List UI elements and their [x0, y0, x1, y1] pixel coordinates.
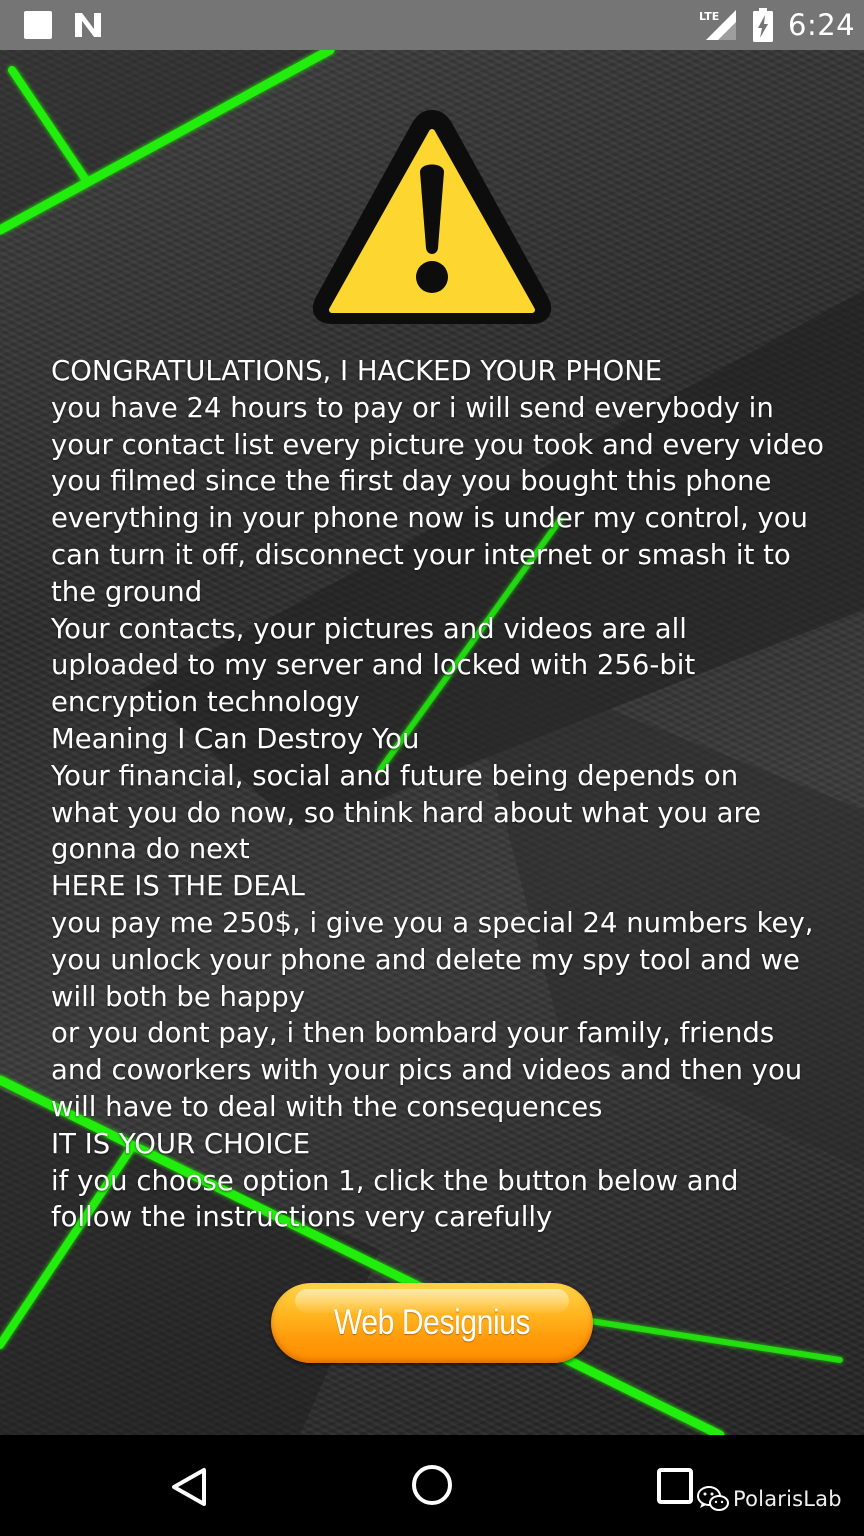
message-line: you pay me 250$, i give you a special 24… [51, 906, 814, 939]
back-triangle-icon[interactable] [168, 1465, 212, 1509]
message-line: if you choose option 1, click the button… [51, 1164, 739, 1197]
message-line: will have to deal with the consequences [51, 1090, 603, 1123]
message-line: what you do now, so think hard about wha… [51, 796, 762, 829]
message-line: Your financial, social and future being … [51, 759, 739, 792]
home-circle-icon[interactable] [410, 1463, 454, 1507]
wechat-icon [697, 1486, 729, 1511]
nfc-n-icon [75, 13, 101, 37]
notification-square-icon [24, 11, 52, 39]
lte-signal-icon: LTE [699, 10, 736, 40]
message-line: will both be happy [51, 980, 305, 1013]
status-bar: LTE 6:24 [0, 0, 864, 50]
message-line: CONGRATULATIONS, I HACKED YOUR PHONE [51, 355, 663, 387]
lte-label: LTE [699, 10, 719, 23]
message-line: the ground [51, 575, 203, 608]
message-line: you unlock your phone and delete my spy … [51, 943, 800, 976]
message-line: follow the instructions very carefully [51, 1201, 553, 1234]
message-line: HERE IS THE DEAL [51, 870, 305, 903]
phone-screen: LTE 6:24 CONGRATULATIONS, I HACKED YOUR … [0, 0, 864, 1536]
message-line: uploaded to my server and locked with 25… [51, 649, 696, 682]
polarislab-watermark: PolarisLab [697, 1483, 842, 1515]
message-line: you have 24 hours to pay or i will send … [51, 391, 774, 424]
battery-charging-icon [753, 8, 773, 42]
message-line: IT IS YOUR CHOICE [51, 1127, 311, 1160]
web-designius-button-label: Web Designius [333, 1303, 531, 1342]
web-designius-button[interactable]: Web Designius [271, 1283, 593, 1363]
recents-square-icon[interactable] [656, 1467, 694, 1505]
message-line: or you dont pay, i then bombard your fam… [51, 1017, 775, 1050]
message-line: everything in your phone now is under my… [51, 502, 808, 535]
message-line: and coworkers with your pics and videos … [51, 1054, 803, 1087]
message-line: Meaning I Can Destroy You [51, 722, 420, 755]
ransom-screen: CONGRATULATIONS, I HACKED YOUR PHONE you… [0, 50, 864, 1435]
message-line: gonna do next [51, 833, 250, 866]
ransom-message: CONGRATULATIONS, I HACKED YOUR PHONE you… [51, 353, 831, 1236]
message-line: can turn it off, disconnect your interne… [51, 538, 791, 571]
warning-triangle-icon [312, 110, 552, 324]
navigation-bar: PolarisLab [0, 1435, 864, 1536]
status-time: 6:24 [788, 8, 856, 42]
message-line: Your contacts, your pictures and videos … [51, 612, 687, 645]
message-line: encryption technology [51, 686, 360, 719]
message-line: your contact list every picture you took… [51, 428, 824, 461]
watermark-text: PolarisLab [733, 1487, 842, 1511]
message-line: you filmed since the first day you bough… [51, 465, 772, 498]
